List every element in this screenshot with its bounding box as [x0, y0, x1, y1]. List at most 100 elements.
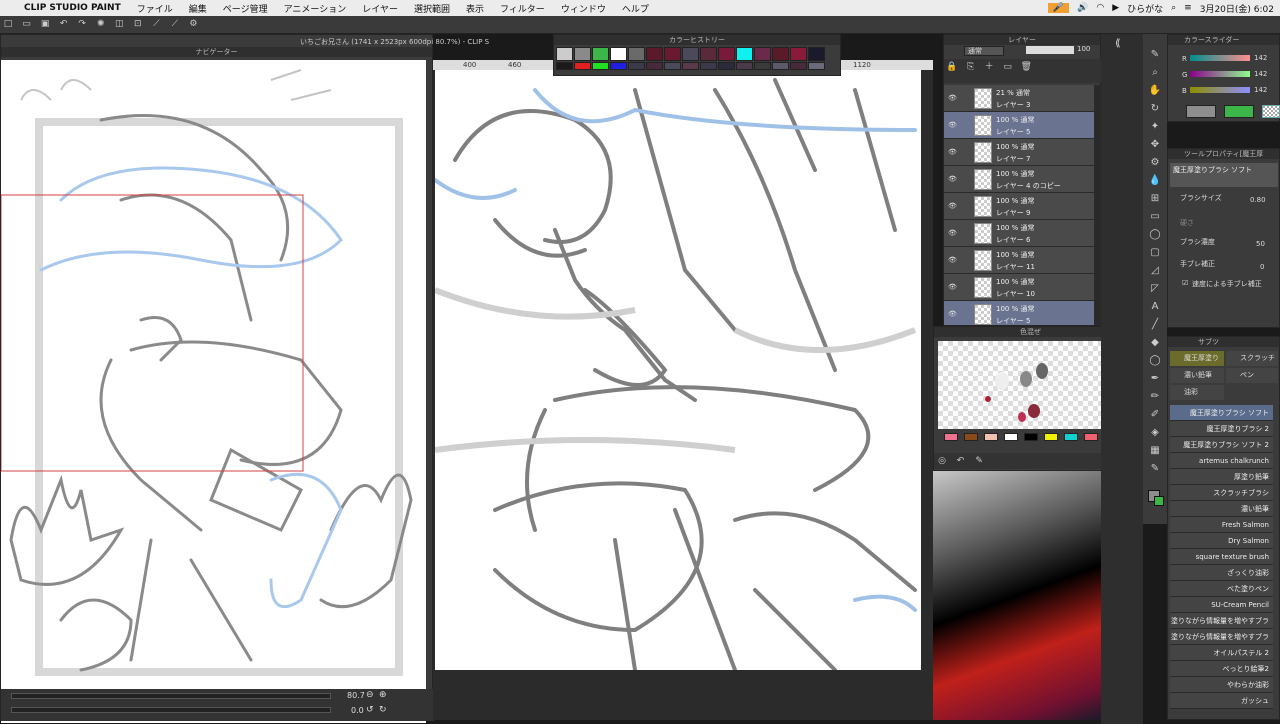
layer-row[interactable]: 👁 100 % 通常 レイヤー 11 [944, 247, 1094, 274]
drawing-canvas[interactable] [435, 70, 921, 670]
new-layer-icon[interactable]: ＋ [983, 61, 995, 73]
mix-swatch[interactable] [1004, 433, 1018, 441]
brush-item[interactable]: Fresh Salmon [1170, 517, 1273, 533]
gear-tool-icon[interactable]: ⚙ [1148, 156, 1162, 170]
select-tool-icon[interactable]: ◯ [1148, 354, 1162, 368]
wifi-icon[interactable]: ◠ [1096, 3, 1104, 13]
history-swatch[interactable] [718, 47, 735, 61]
play-icon[interactable]: ▶ [1112, 3, 1119, 13]
history-swatch[interactable] [736, 62, 753, 70]
history-swatch[interactable] [556, 62, 573, 70]
collapse-icon[interactable]: ⟪ [1115, 38, 1121, 49]
ruler-icon[interactable]: ⟋ [169, 18, 181, 30]
mix-area[interactable] [938, 341, 1124, 429]
mix-swatch[interactable] [1044, 433, 1058, 441]
text-tool-icon[interactable]: A [1148, 300, 1162, 314]
brush-item[interactable]: 濃い鉛筆 [1170, 501, 1273, 517]
group-tab[interactable]: 油彩 [1170, 385, 1224, 400]
layer-row[interactable]: 👁 100 % 通常 レイヤー 9 [944, 193, 1094, 220]
mix-swatch[interactable] [984, 433, 998, 441]
group-tab[interactable]: ペン [1226, 368, 1278, 383]
menu-view[interactable]: 表示 [458, 2, 492, 15]
brush-item[interactable]: オイルパステル 2 [1170, 645, 1273, 661]
history-swatch[interactable] [772, 62, 789, 70]
app-name[interactable]: CLIP STUDIO PAINT [16, 3, 129, 13]
transform-tool-icon[interactable]: ⊞ [1148, 192, 1162, 206]
brush-item[interactable]: 魔王厚塗りブラシ ソフト [1170, 405, 1273, 421]
history-swatch[interactable] [772, 47, 789, 61]
brush-item[interactable]: やわらか油彩 [1170, 677, 1273, 693]
history-swatch[interactable] [754, 62, 771, 70]
history-swatch[interactable] [718, 62, 735, 70]
history-swatch[interactable] [646, 62, 663, 70]
layer-row[interactable]: 👁 100 % 通常 レイヤー 5 [944, 301, 1094, 325]
stabilize-value[interactable]: 0 [1260, 263, 1264, 271]
layer-row[interactable]: 👁 100 % 通常 レイヤー 7 [944, 139, 1094, 166]
history-swatch[interactable] [808, 47, 825, 61]
history-swatch[interactable] [682, 47, 699, 61]
layer-row[interactable]: 👁 100 % 通常 レイヤー 5 [944, 112, 1094, 139]
dropper-icon[interactable]: ✎ [973, 455, 985, 467]
menu-filter[interactable]: フィルター [492, 2, 553, 15]
undo-mix-icon[interactable]: ↶ [955, 455, 967, 467]
settings-icon[interactable]: ⚙ [187, 18, 199, 30]
mic-icon[interactable]: 🎤 [1047, 3, 1070, 13]
history-swatch[interactable] [610, 47, 627, 61]
redo-icon[interactable]: ↷ [76, 18, 88, 30]
mix-swatch[interactable] [944, 433, 958, 441]
brush-item[interactable]: ガッシュ [1170, 693, 1273, 709]
zoom-in-icon[interactable]: ⊕ [379, 690, 387, 700]
layer-scrollbar[interactable] [1094, 85, 1101, 325]
lasso-tool-icon[interactable]: ◯ [1148, 228, 1162, 242]
layer-row[interactable]: 👁 21 % 通常 レイヤー 3 [944, 85, 1094, 112]
menu-window[interactable]: ウィンドウ [553, 2, 614, 15]
history-swatch[interactable] [628, 47, 645, 61]
pattern-tool-icon[interactable]: ▦ [1148, 444, 1162, 458]
menu-edit[interactable]: 編集 [181, 2, 215, 15]
green-slider[interactable] [1190, 71, 1250, 77]
history-swatch[interactable] [664, 62, 681, 70]
mix-swatch[interactable] [964, 433, 978, 441]
zoom-out-icon[interactable]: ⊖ [366, 690, 374, 700]
drop-tool-icon[interactable]: 💧 [1148, 174, 1162, 188]
blend-tool-icon[interactable]: ◎ [936, 455, 948, 467]
layer-row[interactable]: 👁 100 % 通常 レイヤー 6 [944, 220, 1094, 247]
history-swatch[interactable] [610, 62, 627, 70]
history-swatch[interactable] [646, 47, 663, 61]
clear-icon[interactable]: ✺ [95, 18, 107, 30]
line-tool-icon[interactable]: ╱ [1148, 318, 1162, 332]
volume-icon[interactable]: 🔊 [1077, 3, 1088, 13]
zoom-slider[interactable] [11, 693, 331, 699]
history-swatch[interactable] [556, 47, 573, 61]
eye-icon[interactable]: 👁 [948, 256, 957, 264]
history-swatch[interactable] [808, 62, 825, 70]
layer-lock-icon[interactable]: 🔒 [946, 61, 958, 73]
brush-item[interactable]: ざっくり油彩 [1170, 565, 1273, 581]
red-slider[interactable] [1190, 55, 1250, 61]
brush-item[interactable]: スクラッチブラシ [1170, 485, 1273, 501]
brush-item[interactable]: Dry Salmon [1170, 533, 1273, 549]
brush-tool-icon[interactable]: ✐ [1148, 408, 1162, 422]
blend-tool-icon[interactable]: ✎ [1148, 462, 1162, 476]
rotate-right-icon[interactable]: ↻ [379, 705, 387, 715]
brush-item[interactable]: 魔王厚塗りブラシ 2 [1170, 421, 1273, 437]
undo-icon[interactable]: ↶ [58, 18, 70, 30]
eye-icon[interactable]: 👁 [948, 175, 957, 183]
eye-icon[interactable]: 👁 [948, 283, 957, 291]
transparent-chip[interactable] [1262, 105, 1280, 118]
history-swatch[interactable] [790, 62, 807, 70]
frame-tool-icon[interactable]: ▢ [1148, 246, 1162, 260]
layer-row[interactable]: 👁 100 % 通常 レイヤー 4 のコピー [944, 166, 1094, 193]
sub-color-icon[interactable] [1154, 496, 1164, 506]
brush-item[interactable]: べた塗りペン [1170, 581, 1273, 597]
rotate-slider[interactable] [11, 707, 331, 713]
brush-item[interactable]: 塗りながら情報量を増やすブラ [1170, 629, 1273, 645]
square-tool-icon[interactable]: ▭ [1148, 210, 1162, 224]
eye-icon[interactable]: 👁 [948, 148, 957, 156]
history-swatch[interactable] [682, 62, 699, 70]
size-value[interactable]: 0.80 [1250, 196, 1266, 204]
eye-icon[interactable]: 👁 [948, 202, 957, 210]
open-icon[interactable]: ▭ [21, 18, 33, 30]
history-swatch[interactable] [754, 47, 771, 61]
sub-color-chip[interactable] [1224, 105, 1254, 118]
